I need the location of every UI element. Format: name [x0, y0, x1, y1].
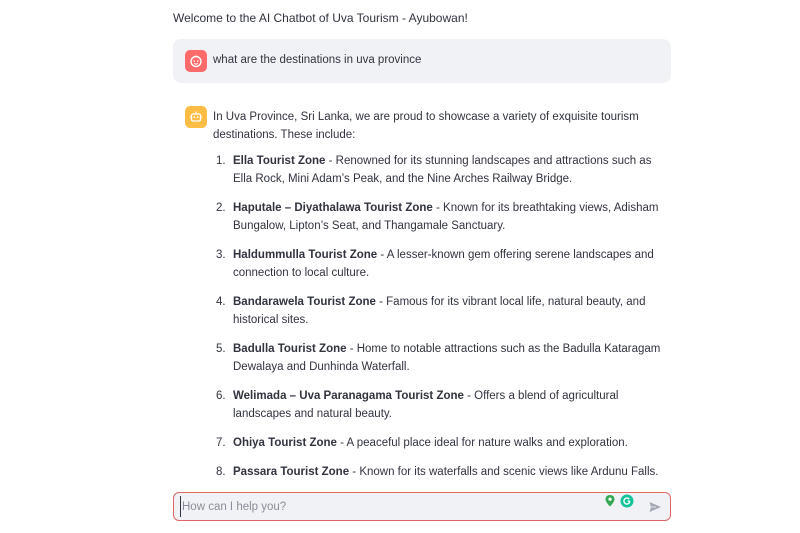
destination-item: 5. Badulla Tourist Zone - Home to notable…: [213, 340, 673, 376]
destination-item: 6. Welimada – Uva Paranagama Tourist Zone…: [213, 387, 673, 423]
chat-input-container: [173, 492, 671, 521]
location-pin-icon[interactable]: [604, 494, 616, 513]
extension-icons: [604, 494, 634, 513]
destination-name: Badulla Tourist Zone: [233, 343, 347, 355]
destination-item: 2. Haputale – Diyathalawa Tourist Zone - …: [213, 199, 673, 235]
destination-number: 4.: [216, 296, 226, 308]
destination-number: 8.: [216, 466, 226, 478]
destination-name: Passara Tourist Zone: [233, 466, 350, 478]
user-message-text: what are the destinations in uva provinc…: [213, 54, 422, 66]
destination-name: Ohiya Tourist Zone: [233, 437, 337, 449]
destination-item: 7. Ohiya Tourist Zone - A peaceful place …: [213, 434, 673, 452]
send-button[interactable]: [646, 498, 664, 516]
user-face-icon: [185, 50, 207, 72]
destination-item: 1. Ella Tourist Zone - Renowned for its s…: [213, 152, 673, 188]
assistant-intro-text: In Uva Province, Sri Lanka, we are proud…: [213, 111, 639, 141]
grammarly-icon[interactable]: [620, 494, 634, 513]
destination-item: 4. Bandarawela Tourist Zone - Famous for …: [213, 293, 673, 329]
destination-number: 2.: [216, 202, 226, 214]
destination-description: - A peaceful place ideal for nature walk…: [336, 437, 628, 449]
bot-icon: [185, 106, 207, 128]
destination-name: Bandarawela Tourist Zone: [233, 296, 376, 308]
chat-input[interactable]: [180, 496, 582, 517]
destination-name: Haputale – Diyathalawa Tourist Zone: [233, 202, 433, 214]
destination-name: Haldummulla Tourist Zone: [233, 249, 378, 261]
destination-number: 7.: [216, 437, 226, 449]
send-arrow-icon: [649, 502, 661, 512]
destination-item: 3. Haldummulla Tourist Zone - A lesser-kn…: [213, 246, 673, 282]
destination-number: 1.: [216, 155, 226, 167]
destinations-list: 1. Ella Tourist Zone - Renowned for its s…: [213, 152, 673, 492]
destination-name: Ella Tourist Zone: [233, 155, 326, 167]
chat-page: Welcome to the AI Chatbot of Uva Tourism…: [0, 0, 800, 533]
destination-number: 5.: [216, 343, 226, 355]
destination-name: Welimada – Uva Paranagama Tourist Zone: [233, 390, 464, 402]
destination-number: 3.: [216, 249, 226, 261]
welcome-message: Welcome to the AI Chatbot of Uva Tourism…: [173, 11, 468, 25]
user-message: what are the destinations in uva provinc…: [173, 39, 671, 83]
destination-description: - Known for its waterfalls and scenic vi…: [349, 466, 659, 478]
destination-item: 8. Passara Tourist Zone - Known for its w…: [213, 463, 673, 481]
destination-number: 6.: [216, 390, 226, 402]
